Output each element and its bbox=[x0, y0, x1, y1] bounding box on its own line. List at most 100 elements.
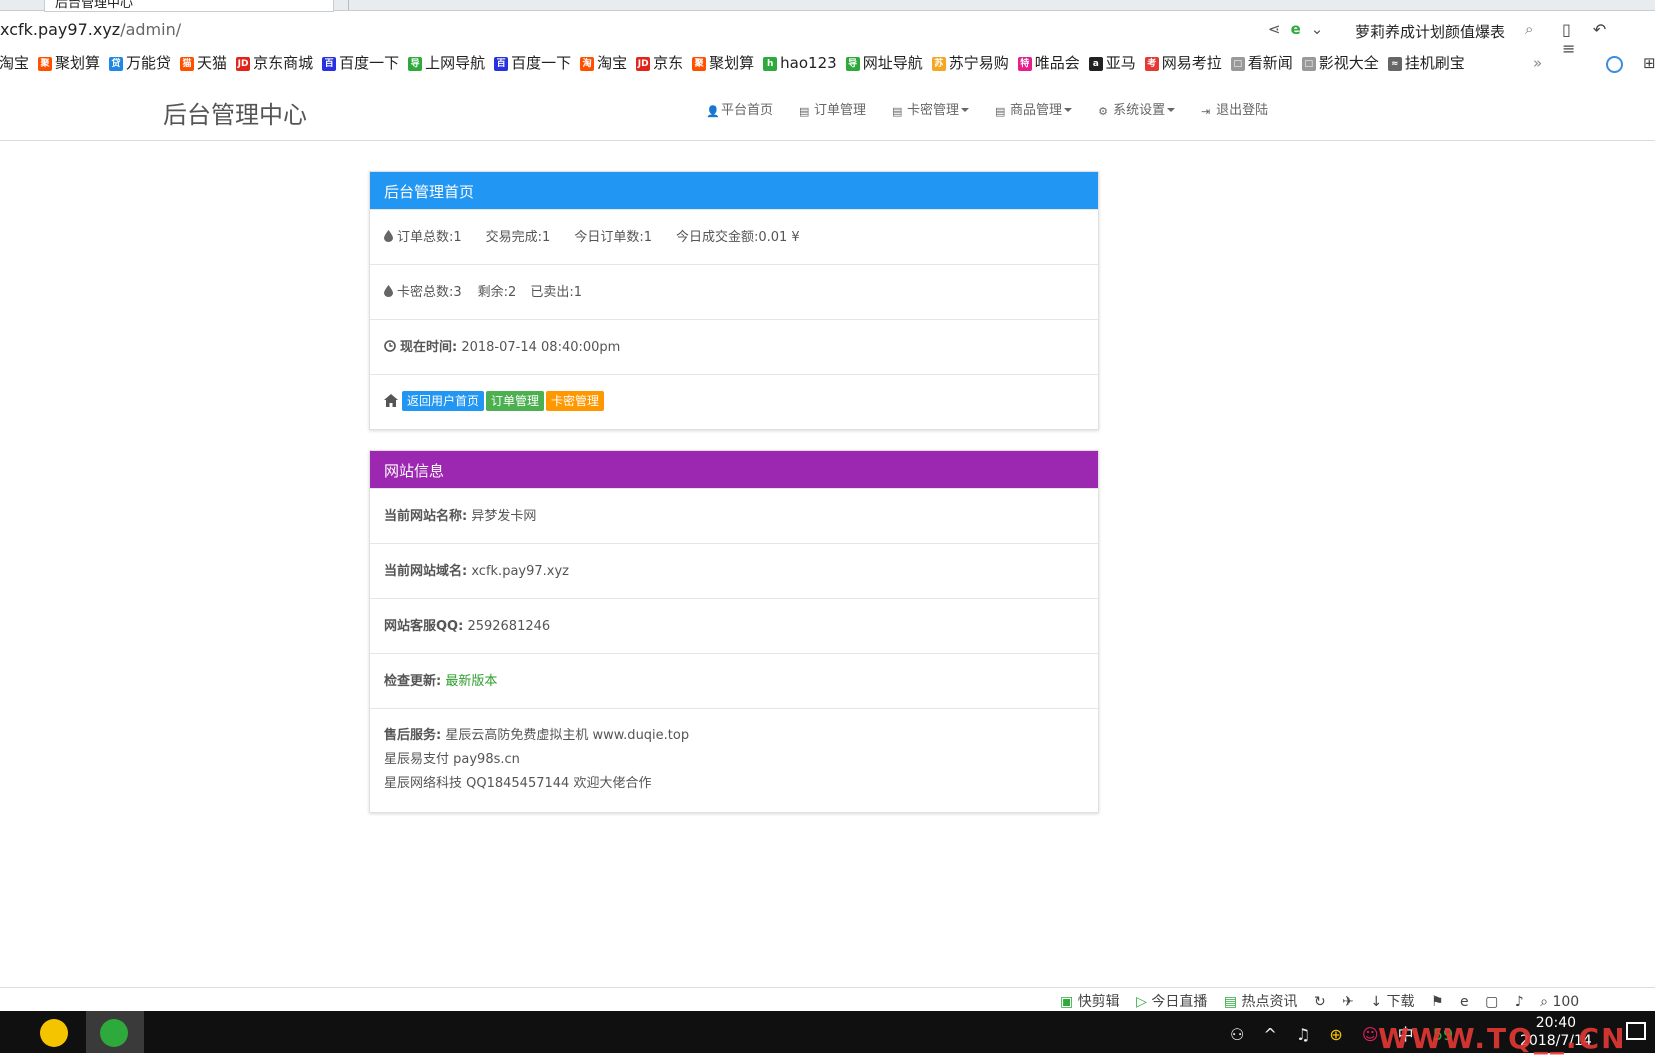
url-host: xcfk.pay97.xyz bbox=[0, 20, 121, 39]
nav-label: 系统设置 bbox=[1113, 103, 1166, 118]
bookmark-item[interactable]: 考网易考拉 bbox=[1144, 48, 1222, 78]
stat-card-sold: 已卖出:1 bbox=[530, 285, 582, 300]
extensions-icon[interactable]: ⊞ bbox=[1643, 54, 1655, 72]
address-icons: ⋖ e ⌄ bbox=[1268, 20, 1333, 38]
tablet-icon[interactable]: ▯ bbox=[1562, 20, 1571, 39]
update-check-row: 检查更新: 最新版本 bbox=[370, 653, 1098, 708]
window-icon[interactable]: ▢ bbox=[1485, 994, 1498, 1010]
zoom-out-icon[interactable] bbox=[1606, 56, 1623, 73]
bookmark-item[interactable]: h hao123 bbox=[763, 48, 837, 78]
bookmark-item[interactable]: 贷万能贷 bbox=[109, 48, 171, 78]
bookmark-item[interactable]: 猫天猫 bbox=[180, 48, 227, 78]
url-text[interactable]: xcfk.pay97.xyz/admin/ bbox=[0, 20, 181, 39]
bookmark-item[interactable]: 淘淘宝 bbox=[0, 48, 29, 78]
bookmark-item[interactable]: □ 看新闻 bbox=[1230, 48, 1293, 78]
current-time-row: 现在时间: 2018-07-14 08:40:00pm bbox=[370, 319, 1098, 374]
bookmark-label: 聚划算 bbox=[709, 54, 755, 72]
bookmark-item[interactable]: 苏苏宁易购 bbox=[931, 48, 1009, 78]
after-sales-label: 售后服务: bbox=[384, 728, 442, 743]
video-edit-icon: ▣ bbox=[1060, 994, 1074, 1010]
update-status: 最新版本 bbox=[445, 674, 498, 689]
site-domain-label: 当前网站域名: bbox=[384, 564, 468, 579]
speaker-icon[interactable]: ♪ bbox=[1515, 994, 1524, 1010]
plus-icon[interactable]: ⊕ bbox=[1329, 1025, 1342, 1044]
page-icon: ≈ bbox=[1387, 56, 1402, 71]
clock-icon bbox=[384, 340, 396, 352]
taskbar-app-browser[interactable] bbox=[86, 1011, 144, 1053]
bookmark-label: 京东商城 bbox=[253, 54, 314, 72]
nav-label: 商品管理 bbox=[1010, 103, 1063, 118]
brand-title[interactable]: 后台管理中心 bbox=[163, 95, 307, 130]
status-item-quick-edit[interactable]: ▣ 快剪辑 bbox=[1060, 991, 1120, 1011]
bookmark-item[interactable]: □ 影视大全 bbox=[1301, 48, 1379, 78]
tab-title: 后台管理中心 bbox=[55, 0, 134, 11]
undo-icon[interactable]: ↶ bbox=[1593, 20, 1606, 39]
taskbar-app-music[interactable] bbox=[26, 1011, 84, 1053]
site-domain-value: xcfk.pay97.xyz bbox=[471, 564, 569, 579]
address-bar[interactable]: xcfk.pay97.xyz/admin/ ⋖ e ⌄ 萝莉养成计划颜值爆表 ⌕ ▯… bbox=[0, 12, 1655, 58]
tint-icon bbox=[384, 230, 393, 242]
nav-item[interactable]: ▤ 卡密管理 bbox=[892, 99, 970, 118]
status-item-live[interactable]: ▷ 今日直播 bbox=[1136, 991, 1207, 1011]
list-icon: ▤ bbox=[892, 105, 903, 118]
download-icon: ↓ bbox=[1370, 994, 1383, 1010]
after-sales-line-1: 售后服务: 星辰云高防免费虚拟主机 www.duqie.top bbox=[384, 724, 1084, 748]
time-value: 2018-07-14 08:40:00pm bbox=[461, 340, 621, 355]
browser-status-bar: ▣ 快剪辑 ▷ 今日直播 ▤ 热点资讯 ↻ ✈ ↓ 下载 ⚑ e ▢ ♪ ⌕ 1… bbox=[0, 987, 1655, 1011]
status-item-download[interactable]: ↓ 下载 bbox=[1370, 991, 1414, 1011]
nav-item[interactable]: ▤ 订单管理 bbox=[799, 99, 866, 118]
bookmark-item[interactable]: 导网址导航 bbox=[845, 48, 923, 78]
bookmark-item[interactable]: JD 京东 bbox=[636, 48, 683, 78]
tab-active[interactable]: 后台管理中心 bbox=[44, 0, 334, 12]
caret-down-icon bbox=[1064, 108, 1073, 112]
nav-item[interactable]: ⚙ 系统设置 bbox=[1098, 99, 1176, 118]
time-label: 现在时间: bbox=[400, 340, 458, 355]
app-tray-icon[interactable]: ☺ bbox=[1362, 1025, 1379, 1044]
bookmark-item[interactable]: 聚聚划算 bbox=[38, 48, 100, 78]
bookmark-item[interactable]: ≈ 挂机刷宝 bbox=[1387, 48, 1465, 78]
order-manage-button[interactable]: 订单管理 bbox=[486, 391, 545, 411]
people-icon[interactable]: ⚇ bbox=[1230, 1025, 1244, 1044]
bookmark-item[interactable]: 特唯品会 bbox=[1017, 48, 1080, 78]
pin-icon[interactable]: ✈ bbox=[1342, 994, 1354, 1010]
bookmark-label: 百度一下 bbox=[511, 54, 572, 72]
hot-search-text[interactable]: 萝莉养成计划颜值爆表 bbox=[1355, 21, 1505, 42]
bookmark-item[interactable]: 导上网导航 bbox=[408, 48, 485, 78]
notification-icon[interactable] bbox=[1626, 1022, 1646, 1040]
bookmarks-bar: 淘淘宝聚聚划算贷万能贷猫天猫JD京东商城百百度一下导上网导航百百度一下淘淘宝JD… bbox=[0, 48, 1637, 78]
card-manage-button[interactable]: 卡密管理 bbox=[546, 391, 605, 411]
status-item-news[interactable]: ▤ 热点资讯 bbox=[1224, 991, 1298, 1011]
ie-mode-icon[interactable]: e bbox=[1291, 20, 1301, 38]
suning-icon: 苏 bbox=[931, 56, 946, 71]
bookmark-item[interactable]: 百百度一下 bbox=[494, 48, 571, 78]
bookmark-item[interactable]: 百百度一下 bbox=[322, 48, 399, 78]
bell-icon[interactable]: ♫ bbox=[1296, 1025, 1310, 1044]
share-icon[interactable]: ⋖ bbox=[1268, 20, 1281, 38]
nav-item[interactable]: 👤平台首页 bbox=[706, 99, 773, 118]
bookmark-item[interactable]: JD 京东商城 bbox=[236, 48, 313, 78]
status-label: 下载 bbox=[1386, 994, 1415, 1010]
main-menu: 👤平台首页 ▤ 订单管理 ▤ 卡密管理 ▤ 商品管理 ⚙ 系统设置 ⇥ 退出登陆 bbox=[706, 99, 1294, 118]
nav-label: 订单管理 bbox=[814, 103, 867, 118]
nav-label: 平台首页 bbox=[721, 103, 774, 118]
bookmark-label: 唯品会 bbox=[1034, 54, 1080, 72]
bookmarks-more[interactable]: » bbox=[1533, 48, 1542, 78]
jd-icon: JD bbox=[236, 56, 251, 71]
nav-item[interactable]: ⇥ 退出登陆 bbox=[1201, 99, 1268, 118]
back-to-user-home-button[interactable]: 返回用户首页 bbox=[402, 391, 485, 411]
zoom-level[interactable]: ⌕ 100 bbox=[1540, 994, 1579, 1010]
stat-today-amount: 今日成交金额:0.01 ¥ bbox=[675, 230, 800, 245]
stat-today-orders: 今日订单数:1 bbox=[574, 230, 652, 245]
nav-icon: 导 bbox=[845, 56, 860, 71]
nav-item[interactable]: ▤ 商品管理 bbox=[995, 99, 1073, 118]
bookmark-item[interactable]: 淘淘宝 bbox=[580, 48, 627, 78]
chevron-up-icon[interactable]: ^ bbox=[1263, 1025, 1276, 1044]
refresh-icon[interactable]: ↻ bbox=[1314, 994, 1326, 1010]
flag-icon[interactable]: ⚑ bbox=[1431, 994, 1444, 1010]
zoom-value: 100 bbox=[1552, 994, 1580, 1010]
ie-icon[interactable]: e bbox=[1460, 994, 1469, 1010]
search-icon[interactable]: ⌕ bbox=[1525, 20, 1533, 38]
bookmark-item[interactable]: a 亚马 bbox=[1088, 48, 1136, 78]
bookmark-item[interactable]: 聚聚划算 bbox=[692, 48, 754, 78]
chevron-down-icon[interactable]: ⌄ bbox=[1311, 20, 1324, 38]
